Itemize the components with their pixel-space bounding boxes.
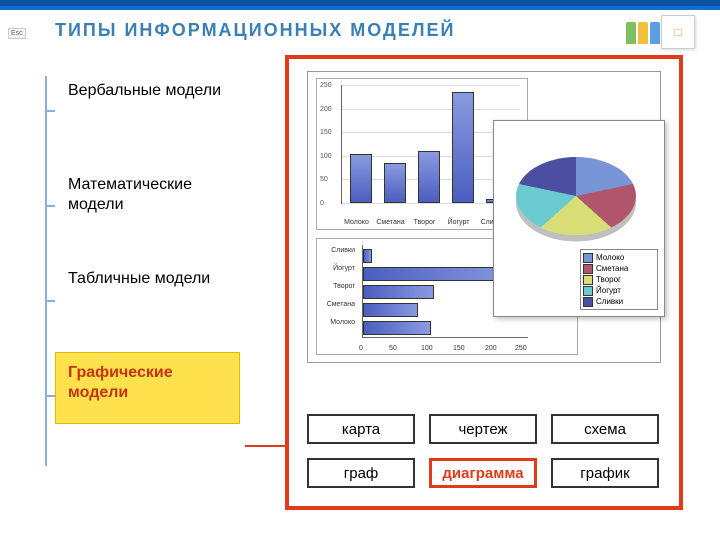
bar [452,92,474,203]
sidebar-item-label: Вербальные модели [55,70,240,142]
ytick: Сливки [313,247,355,254]
ytick: 100 [320,153,332,160]
btn-karta[interactable]: карта [307,414,415,444]
xtick: 200 [485,345,497,352]
pie-chart: Молоко Сметана Творог Йогурт Сливки [493,120,665,317]
hbar [363,285,434,299]
ytick: 50 [320,176,328,183]
ytick: 150 [320,129,332,136]
connector-to-panel [245,445,289,447]
ytick: 250 [320,82,332,89]
bar [384,163,406,203]
bar [350,154,372,203]
legend-label: Сливки [596,297,623,306]
btn-diagramma[interactable]: диаграмма [429,458,537,488]
ytick: 200 [320,106,332,113]
page-title: ТИПЫ ИНФОРМАЦИОННЫХ МОДЕЛЕЙ [55,20,455,41]
hbar [363,249,372,263]
sidebar-item-verbal[interactable]: Вербальные модели [55,70,255,148]
ytick: Творог [313,283,355,290]
btn-schema[interactable]: схема [551,414,659,444]
pie-body [516,157,636,235]
sidebar: Вербальные модели Математические модели … [55,70,255,446]
sidebar-item-math[interactable]: Математические модели [55,164,255,242]
xtick: 100 [421,345,433,352]
slide: Esc ТИПЫ ИНФОРМАЦИОННЫХ МОДЕЛЕЙ □ Вербал… [0,0,720,540]
esc-key-icon: Esc [8,28,26,39]
legend-label: Творог [596,275,621,284]
xtick: 0 [359,345,363,352]
bar [418,151,440,203]
btn-grafik[interactable]: график [551,458,659,488]
ytick: Йогурт [313,265,355,272]
tab-decoration [626,22,660,44]
pie-legend: Молоко Сметана Творог Йогурт Сливки [580,249,658,310]
btn-chertezh[interactable]: чертеж [429,414,537,444]
connector-vertical [45,76,47,466]
sidebar-item-graphic[interactable]: Графические модели [55,352,255,430]
xtick: 150 [453,345,465,352]
xtick: Йогурт [441,219,476,226]
sidebar-item-label: Табличные модели [55,258,240,330]
hbar [363,321,431,335]
legend-label: Сметана [596,264,628,273]
xtick: Творог [407,219,442,226]
hbar [363,303,418,317]
chart-area: 250 200 150 100 50 0 Молоко Сметана Твор… [307,71,661,363]
btn-graf[interactable]: граф [307,458,415,488]
legend-label: Йогурт [596,286,621,295]
xtick: 250 [515,345,527,352]
main-panel: 250 200 150 100 50 0 Молоко Сметана Твор… [285,55,683,510]
legend-label: Молоко [596,253,624,262]
sidebar-item-label: Графические модели [55,352,240,424]
button-grid: карта чертеж схема граф диаграмма график [307,414,661,488]
ytick: Сметана [313,301,355,308]
xtick: 50 [389,345,397,352]
xtick: Молоко [339,219,374,226]
ytick: 0 [320,200,324,207]
top-border-inner [0,6,720,10]
corner-menu-button[interactable]: □ [661,15,695,49]
ytick: Молоко [313,319,355,326]
sidebar-item-table[interactable]: Табличные модели [55,258,255,336]
sidebar-item-label: Математические модели [55,164,240,236]
xtick: Сметана [373,219,408,226]
